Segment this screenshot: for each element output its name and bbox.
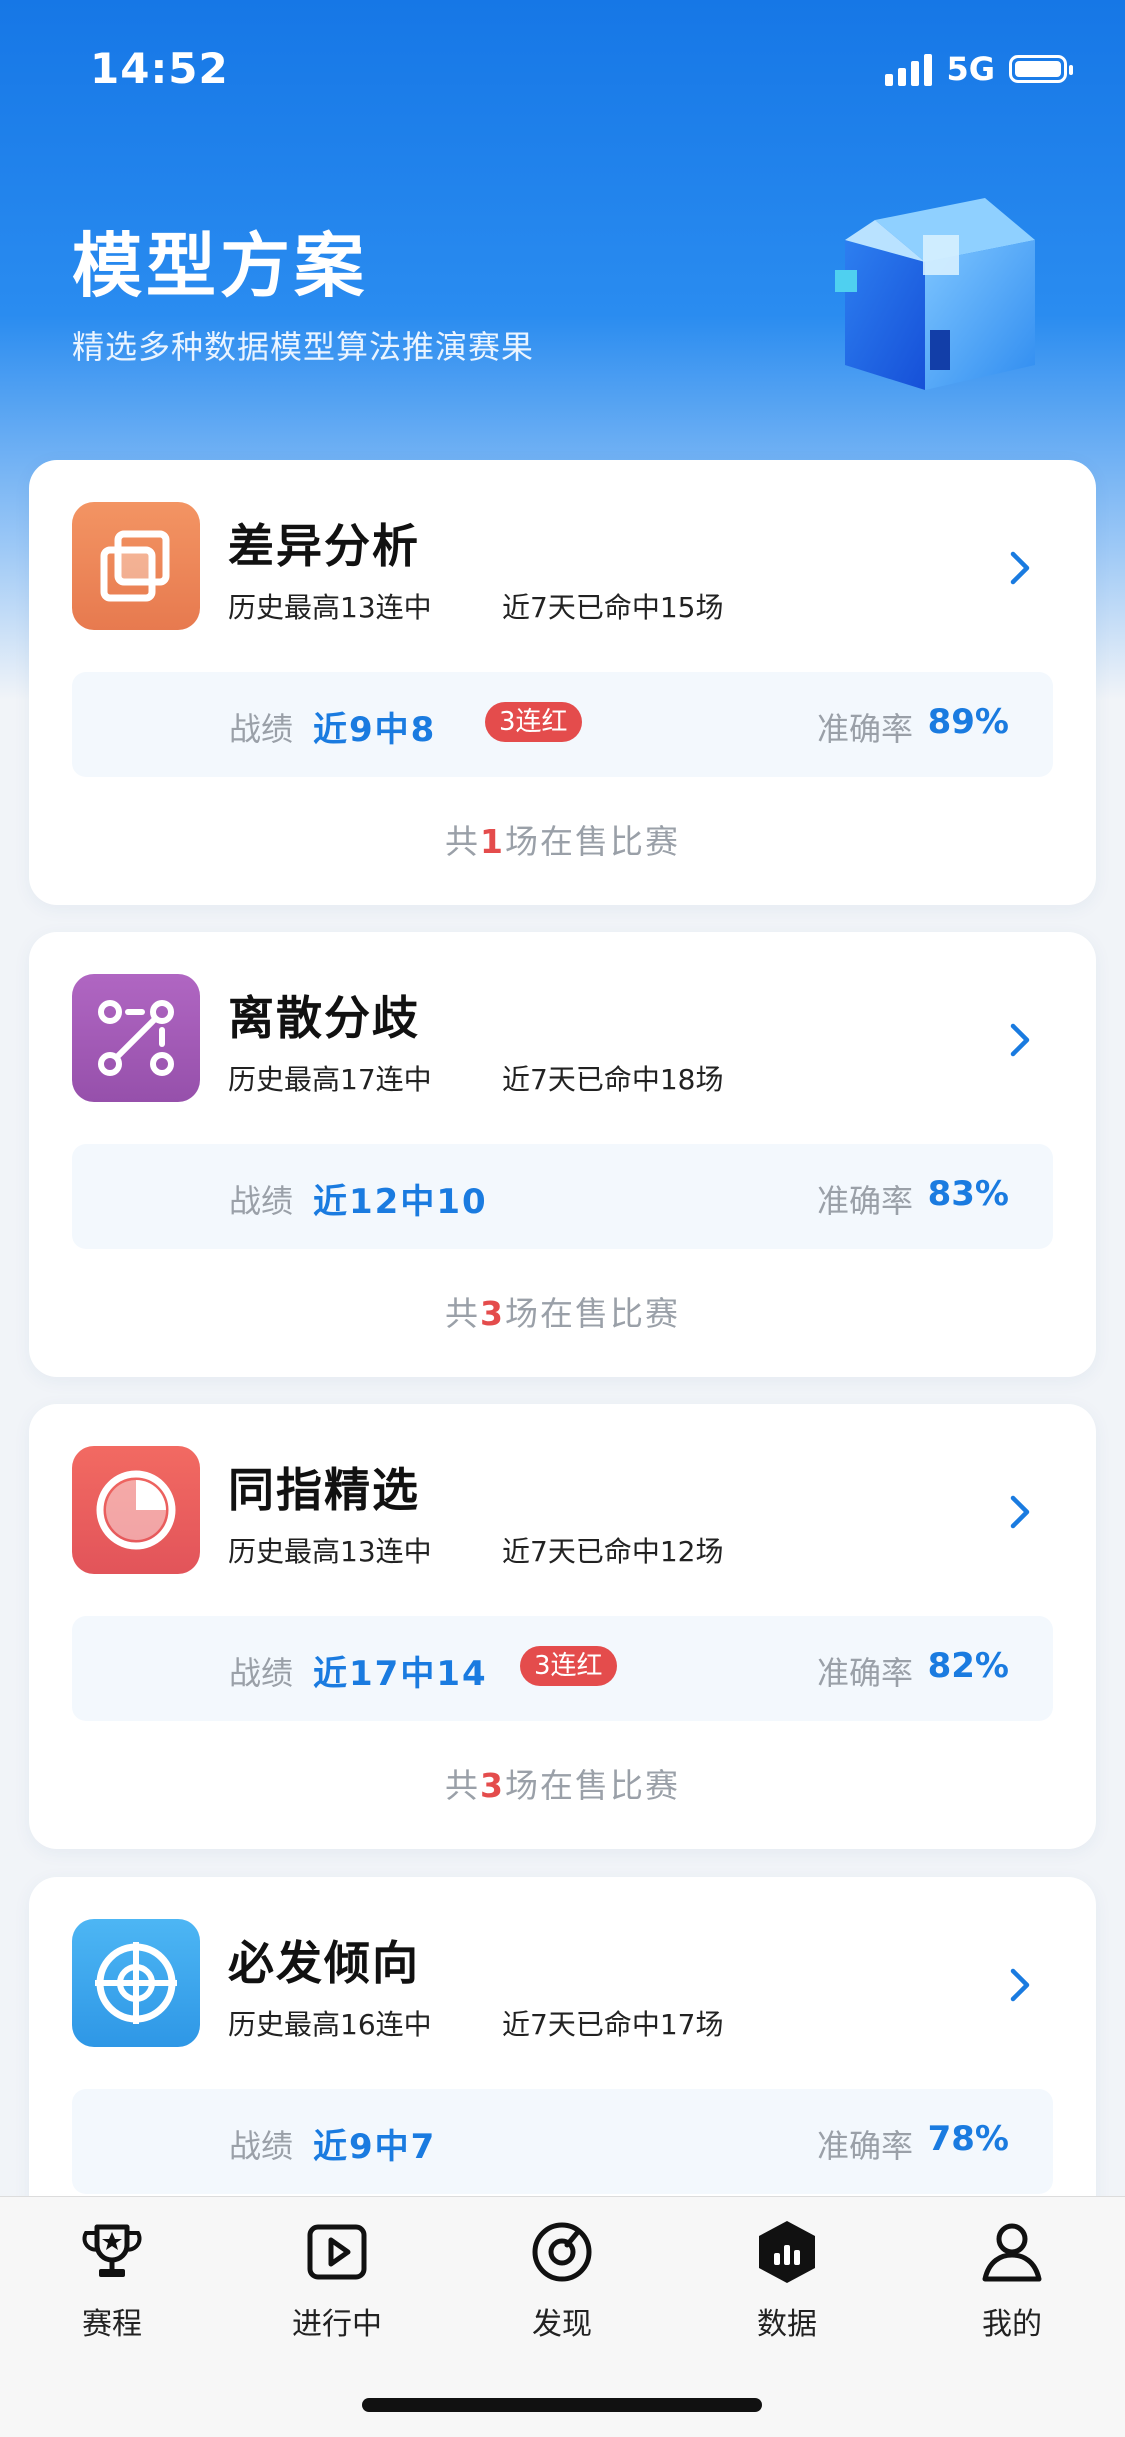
chevron-right-icon[interactable] — [1000, 548, 1040, 588]
page-title: 模型方案 — [72, 225, 368, 307]
model-history: 历史最高17连中 — [228, 1063, 432, 1096]
streak-badge: 3连红 — [520, 1646, 617, 1686]
tab-label: 发现 — [532, 2307, 592, 2342]
stats-panel: 战绩 近12中10 准确率 83% — [72, 1144, 1053, 1249]
data-hex-icon — [759, 2221, 815, 2283]
pie-chart-icon — [72, 1446, 200, 1574]
tab-schedule[interactable]: 赛程 — [42, 2217, 182, 2343]
model-recent: 近7天已命中18场 — [502, 1063, 724, 1096]
model-card[interactable]: 同指精选 历史最高13连中 近7天已命中12场 战绩 近17中14 3连红 准确… — [29, 1404, 1096, 1849]
accuracy-label: 准确率 — [816, 710, 913, 748]
record-label: 战绩 — [229, 1654, 294, 1692]
stats-panel: 战绩 近9中7 准确率 78% — [72, 2089, 1053, 2194]
accuracy-value: 89% — [927, 702, 1009, 742]
streak-badge: 3连红 — [485, 702, 582, 742]
model-name: 差异分析 — [228, 519, 420, 573]
record-label: 战绩 — [229, 710, 294, 748]
model-history: 历史最高16连中 — [228, 2008, 432, 2041]
model-history: 历史最高13连中 — [228, 591, 432, 624]
tab-discover[interactable]: 发现 — [492, 2217, 632, 2343]
model-recent: 近7天已命中15场 — [502, 591, 724, 624]
target-icon — [72, 1919, 200, 2047]
play-icon — [307, 2224, 367, 2280]
chevron-right-icon[interactable] — [1000, 1965, 1040, 2005]
accuracy-value: 83% — [927, 1174, 1009, 1214]
accuracy-value: 82% — [927, 1646, 1009, 1686]
record-label: 战绩 — [229, 2127, 294, 2165]
tab-label: 数据 — [757, 2307, 817, 2342]
status-time: 14:52 — [90, 44, 229, 93]
page-subtitle: 精选多种数据模型算法推演赛果 — [72, 328, 535, 366]
user-icon — [982, 2223, 1042, 2282]
record-value: 近9中7 — [313, 2127, 437, 2167]
record-value: 近9中8 — [313, 710, 437, 750]
accuracy-label: 准确率 — [816, 1654, 913, 1692]
chevron-right-icon[interactable] — [1000, 1020, 1040, 1060]
home-indicator — [362, 2398, 762, 2412]
stats-panel: 战绩 近9中8 3连红 准确率 89% — [72, 672, 1053, 777]
tab-label: 赛程 — [82, 2307, 142, 2342]
chevron-right-icon[interactable] — [1000, 1492, 1040, 1532]
tab-label: 进行中 — [292, 2307, 382, 2342]
accuracy-value: 78% — [927, 2119, 1009, 2159]
model-name: 离散分歧 — [228, 991, 420, 1045]
signal-icon — [885, 52, 933, 86]
accuracy-label: 准确率 — [816, 1182, 913, 1220]
cube-illustration — [835, 198, 1035, 390]
tab-profile[interactable]: 我的 — [942, 2217, 1082, 2343]
model-name: 必发倾向 — [228, 1936, 420, 1990]
model-name: 同指精选 — [228, 1463, 420, 1517]
accuracy-label: 准确率 — [816, 2127, 913, 2165]
network-type: 5G — [946, 50, 995, 88]
model-recent: 近7天已命中12场 — [502, 1535, 724, 1568]
record-value: 近17中14 — [313, 1654, 488, 1694]
model-card[interactable]: 离散分歧 历史最高17连中 近7天已命中18场 战绩 近12中10 准确率 83… — [29, 932, 1096, 1377]
model-recent: 近7天已命中17场 — [502, 2008, 724, 2041]
model-history: 历史最高13连中 — [228, 1535, 432, 1568]
record-label: 战绩 — [229, 1182, 294, 1220]
compass-icon — [532, 2222, 592, 2282]
trophy-icon — [82, 2224, 142, 2277]
tab-data[interactable]: 数据 — [717, 2217, 857, 2343]
tab-live[interactable]: 进行中 — [267, 2217, 407, 2343]
status-bar: 14:52 5G — [0, 0, 1125, 140]
record-value: 近12中10 — [313, 1182, 488, 1222]
overlap-squares-icon — [72, 502, 200, 630]
scatter-dots-icon — [72, 974, 200, 1102]
model-card[interactable]: 差异分析 历史最高13连中 近7天已命中15场 战绩 近9中8 3连红 准确率 … — [29, 460, 1096, 905]
stats-panel: 战绩 近17中14 3连红 准确率 82% — [72, 1616, 1053, 1721]
on-sale-count[interactable]: 共1场在售比赛 — [29, 815, 1096, 863]
on-sale-count[interactable]: 共3场在售比赛 — [29, 1759, 1096, 1807]
tab-label: 我的 — [982, 2307, 1042, 2342]
battery-icon — [1009, 55, 1073, 83]
on-sale-count[interactable]: 共3场在售比赛 — [29, 1287, 1096, 1335]
